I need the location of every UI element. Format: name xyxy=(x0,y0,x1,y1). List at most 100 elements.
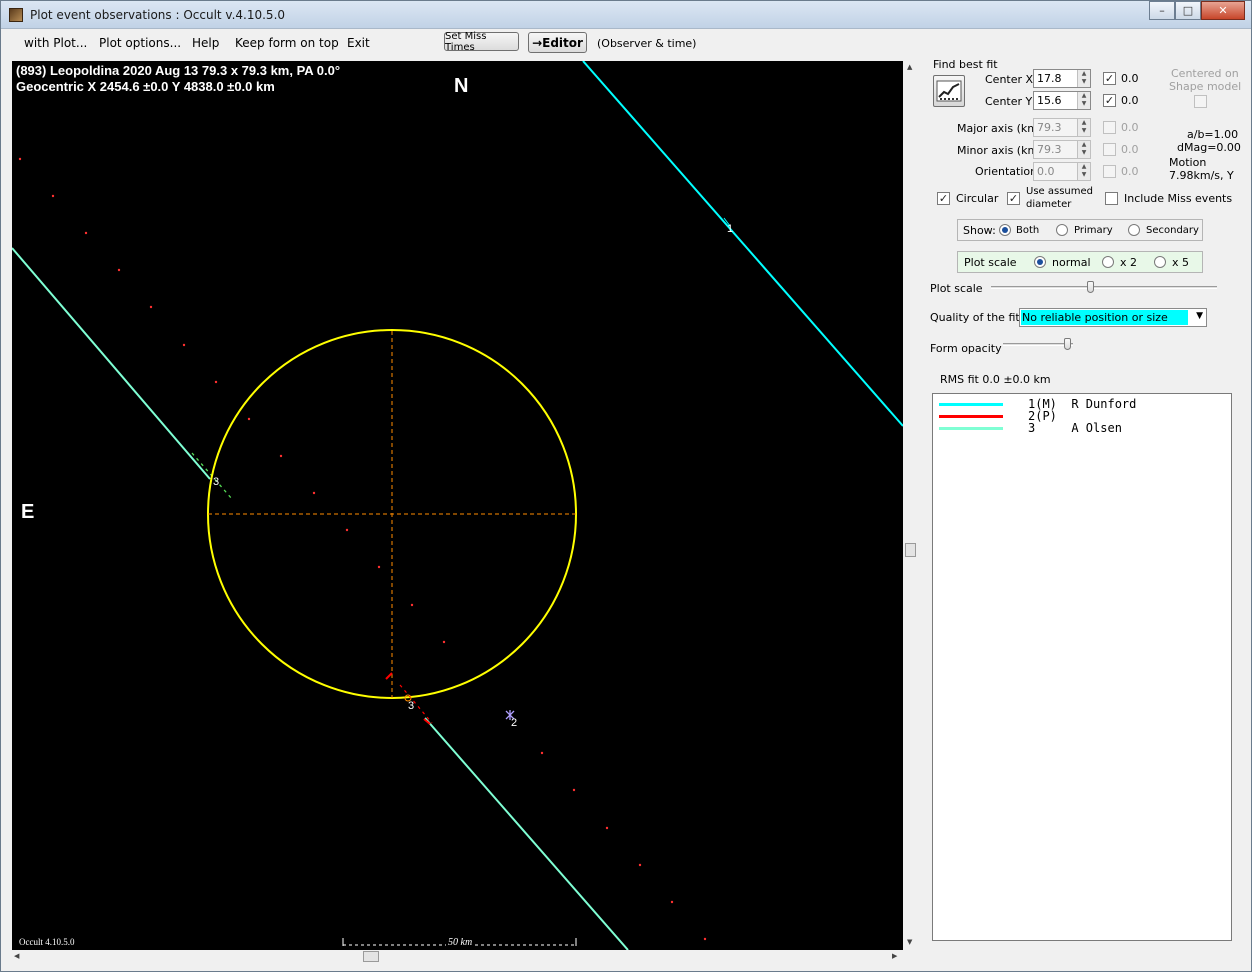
form-opacity-label: Form opacity xyxy=(930,342,1002,355)
plot-scale-group-label: Plot scale xyxy=(964,256,1017,269)
editor-button[interactable]: →Editor xyxy=(528,32,587,53)
scroll-thumb[interactable] xyxy=(905,543,916,557)
use-assumed-diameter-checkbox[interactable]: ✓ xyxy=(1007,192,1020,205)
circular-checkbox[interactable]: ✓ xyxy=(937,192,950,205)
plot-horizontal-scrollbar[interactable]: ◀ ▶ xyxy=(12,950,903,965)
minor-axis-checkbox[interactable] xyxy=(1103,143,1116,156)
scale-x5-radio[interactable] xyxy=(1154,256,1166,268)
plot-header-line1: (893) Leopoldina 2020 Aug 13 79.3 x 79.3… xyxy=(16,63,341,78)
chord-label-2: 2 xyxy=(511,717,518,729)
orientation-checkbox[interactable] xyxy=(1103,165,1116,178)
shape-model-label: Shape model xyxy=(1169,80,1242,93)
minor-axis-spinner[interactable]: ▲ ▼ xyxy=(1077,141,1090,158)
minor-axis-input[interactable]: 79.3 ▲ ▼ xyxy=(1033,140,1091,159)
scroll-right-icon[interactable]: ▶ xyxy=(892,952,897,960)
path-dots xyxy=(18,157,707,941)
orientation-input[interactable]: 0.0 ▲ ▼ xyxy=(1033,162,1091,181)
show-primary-radio[interactable] xyxy=(1056,224,1068,236)
minor-axis-value: 79.3 xyxy=(1037,143,1062,156)
legend-row-1[interactable]: 1(M) R Dunford xyxy=(933,398,1231,410)
menu-bar: with Plot... Plot options... Help Keep f… xyxy=(2,30,1250,56)
menu-help[interactable]: Help xyxy=(192,36,219,50)
plot-graphics xyxy=(12,61,903,950)
orientation-label: Orientation xyxy=(975,165,1038,178)
chevron-down-icon: ▼ xyxy=(1196,311,1203,321)
set-miss-times-button[interactable]: Set Miss Times xyxy=(444,31,519,53)
show-both-label: Both xyxy=(1016,225,1040,236)
show-both-radio[interactable] xyxy=(999,224,1011,236)
centered-on-label: Centered on xyxy=(1171,67,1239,80)
chord-2-segment xyxy=(399,684,433,724)
center-y-input[interactable]: 15.6 ▲ ▼ xyxy=(1033,91,1091,110)
legend-row-3[interactable]: 3 A Olsen xyxy=(933,422,1231,434)
chord-2-tick-left xyxy=(385,672,393,680)
plot-scale-group: Plot scale normal x 2 x 5 xyxy=(957,251,1203,273)
center-y-spinner[interactable]: ▲ ▼ xyxy=(1077,92,1090,109)
major-axis-input[interactable]: 79.3 ▲ ▼ xyxy=(1033,118,1091,137)
window-title: Plot event observations : Occult v.4.10.… xyxy=(30,8,286,22)
chord-3-line-upper xyxy=(12,247,211,480)
orientation-spinner[interactable]: ▲ ▼ xyxy=(1077,163,1090,180)
scroll-up-icon[interactable]: ▲ xyxy=(907,63,912,71)
show-secondary-radio[interactable] xyxy=(1128,224,1140,236)
quality-dropdown[interactable]: No reliable position or size ▼ xyxy=(1019,308,1207,327)
plot-vertical-scrollbar[interactable]: ▲ ▼ xyxy=(904,61,918,950)
scale-x2-radio[interactable] xyxy=(1102,256,1114,268)
quality-value: No reliable position or size xyxy=(1021,310,1188,325)
maximize-button[interactable]: □ xyxy=(1175,1,1201,20)
major-axis-spinner[interactable]: ▲ ▼ xyxy=(1077,119,1090,136)
center-x-spinner[interactable]: ▲ ▼ xyxy=(1077,70,1090,87)
minimize-button[interactable]: – xyxy=(1149,1,1175,20)
form-opacity-slider-track[interactable] xyxy=(1003,343,1073,346)
use-assumed-label-line2: diameter xyxy=(1026,199,1072,210)
include-miss-checkbox[interactable] xyxy=(1105,192,1118,205)
scale-x2-label: x 2 xyxy=(1120,256,1138,269)
find-best-fit-button[interactable] xyxy=(933,75,965,107)
observer-time-label: (Observer & time) xyxy=(597,37,697,50)
center-x-checkbox[interactable]: ✓ xyxy=(1103,72,1116,85)
fit-panel: Find best fit Center X 17.8 ▲ ▼ ✓ 0.0 Cen… xyxy=(921,57,1247,957)
observers-legend[interactable]: 1(M) R Dunford 2(P) 3 A Olsen xyxy=(932,393,1232,941)
menu-plot-options[interactable]: Plot options... xyxy=(99,36,181,50)
show-secondary-label: Secondary xyxy=(1146,225,1199,236)
major-axis-checkbox[interactable] xyxy=(1103,121,1116,134)
menu-exit[interactable]: Exit xyxy=(347,36,370,50)
menu-keep-on-top[interactable]: Keep form on top xyxy=(235,36,339,50)
dmag-label: dMag=0.00 xyxy=(1177,141,1241,154)
chart-fit-icon xyxy=(936,80,962,102)
center-x-uncertainty: 0.0 xyxy=(1121,72,1139,85)
include-miss-label: Include Miss events xyxy=(1124,192,1233,205)
main-window: Plot event observations : Occult v.4.10.… xyxy=(0,0,1252,972)
chord-label-3-lower: 3 xyxy=(408,700,415,712)
plot-scale-slider-thumb[interactable] xyxy=(1087,281,1094,293)
plot-scale-slider-label: Plot scale xyxy=(930,282,983,295)
scale-bar-label: 50 km xyxy=(446,937,475,948)
chord-label-1: 1 xyxy=(727,223,734,235)
plot-canvas[interactable]: (893) Leopoldina 2020 Aug 13 79.3 x 79.3… xyxy=(12,61,903,950)
orientation-uncertainty: 0.0 xyxy=(1121,165,1139,178)
menu-with-plot[interactable]: with Plot... xyxy=(24,36,87,50)
form-opacity-slider-thumb[interactable] xyxy=(1064,338,1071,350)
scroll-left-icon[interactable]: ◀ xyxy=(14,952,19,960)
legend-line-1 xyxy=(939,403,1003,406)
major-axis-uncertainty: 0.0 xyxy=(1121,121,1139,134)
center-y-checkbox[interactable]: ✓ xyxy=(1103,94,1116,107)
scale-normal-label: normal xyxy=(1052,256,1091,269)
title-bar[interactable]: Plot event observations : Occult v.4.10.… xyxy=(1,1,1251,29)
hscroll-thumb[interactable] xyxy=(363,951,379,962)
shape-model-checkbox[interactable] xyxy=(1194,95,1207,108)
chord-3-line-lower xyxy=(424,717,629,950)
major-axis-value: 79.3 xyxy=(1037,121,1062,134)
east-label: E xyxy=(21,501,35,523)
orientation-value: 0.0 xyxy=(1037,165,1055,178)
center-x-label: Center X xyxy=(985,73,1034,86)
center-y-uncertainty: 0.0 xyxy=(1121,94,1139,107)
scale-normal-radio[interactable] xyxy=(1034,256,1046,268)
scroll-down-icon[interactable]: ▼ xyxy=(907,938,912,946)
motion-value: 7.98km/s, Y xyxy=(1169,169,1234,182)
close-button[interactable]: ✕ xyxy=(1201,1,1245,20)
center-x-input[interactable]: 17.8 ▲ ▼ xyxy=(1033,69,1091,88)
show-label: Show: xyxy=(963,224,996,237)
plot-scale-slider-track[interactable] xyxy=(991,286,1217,289)
show-group: Show: Both Primary Secondary xyxy=(957,219,1203,241)
